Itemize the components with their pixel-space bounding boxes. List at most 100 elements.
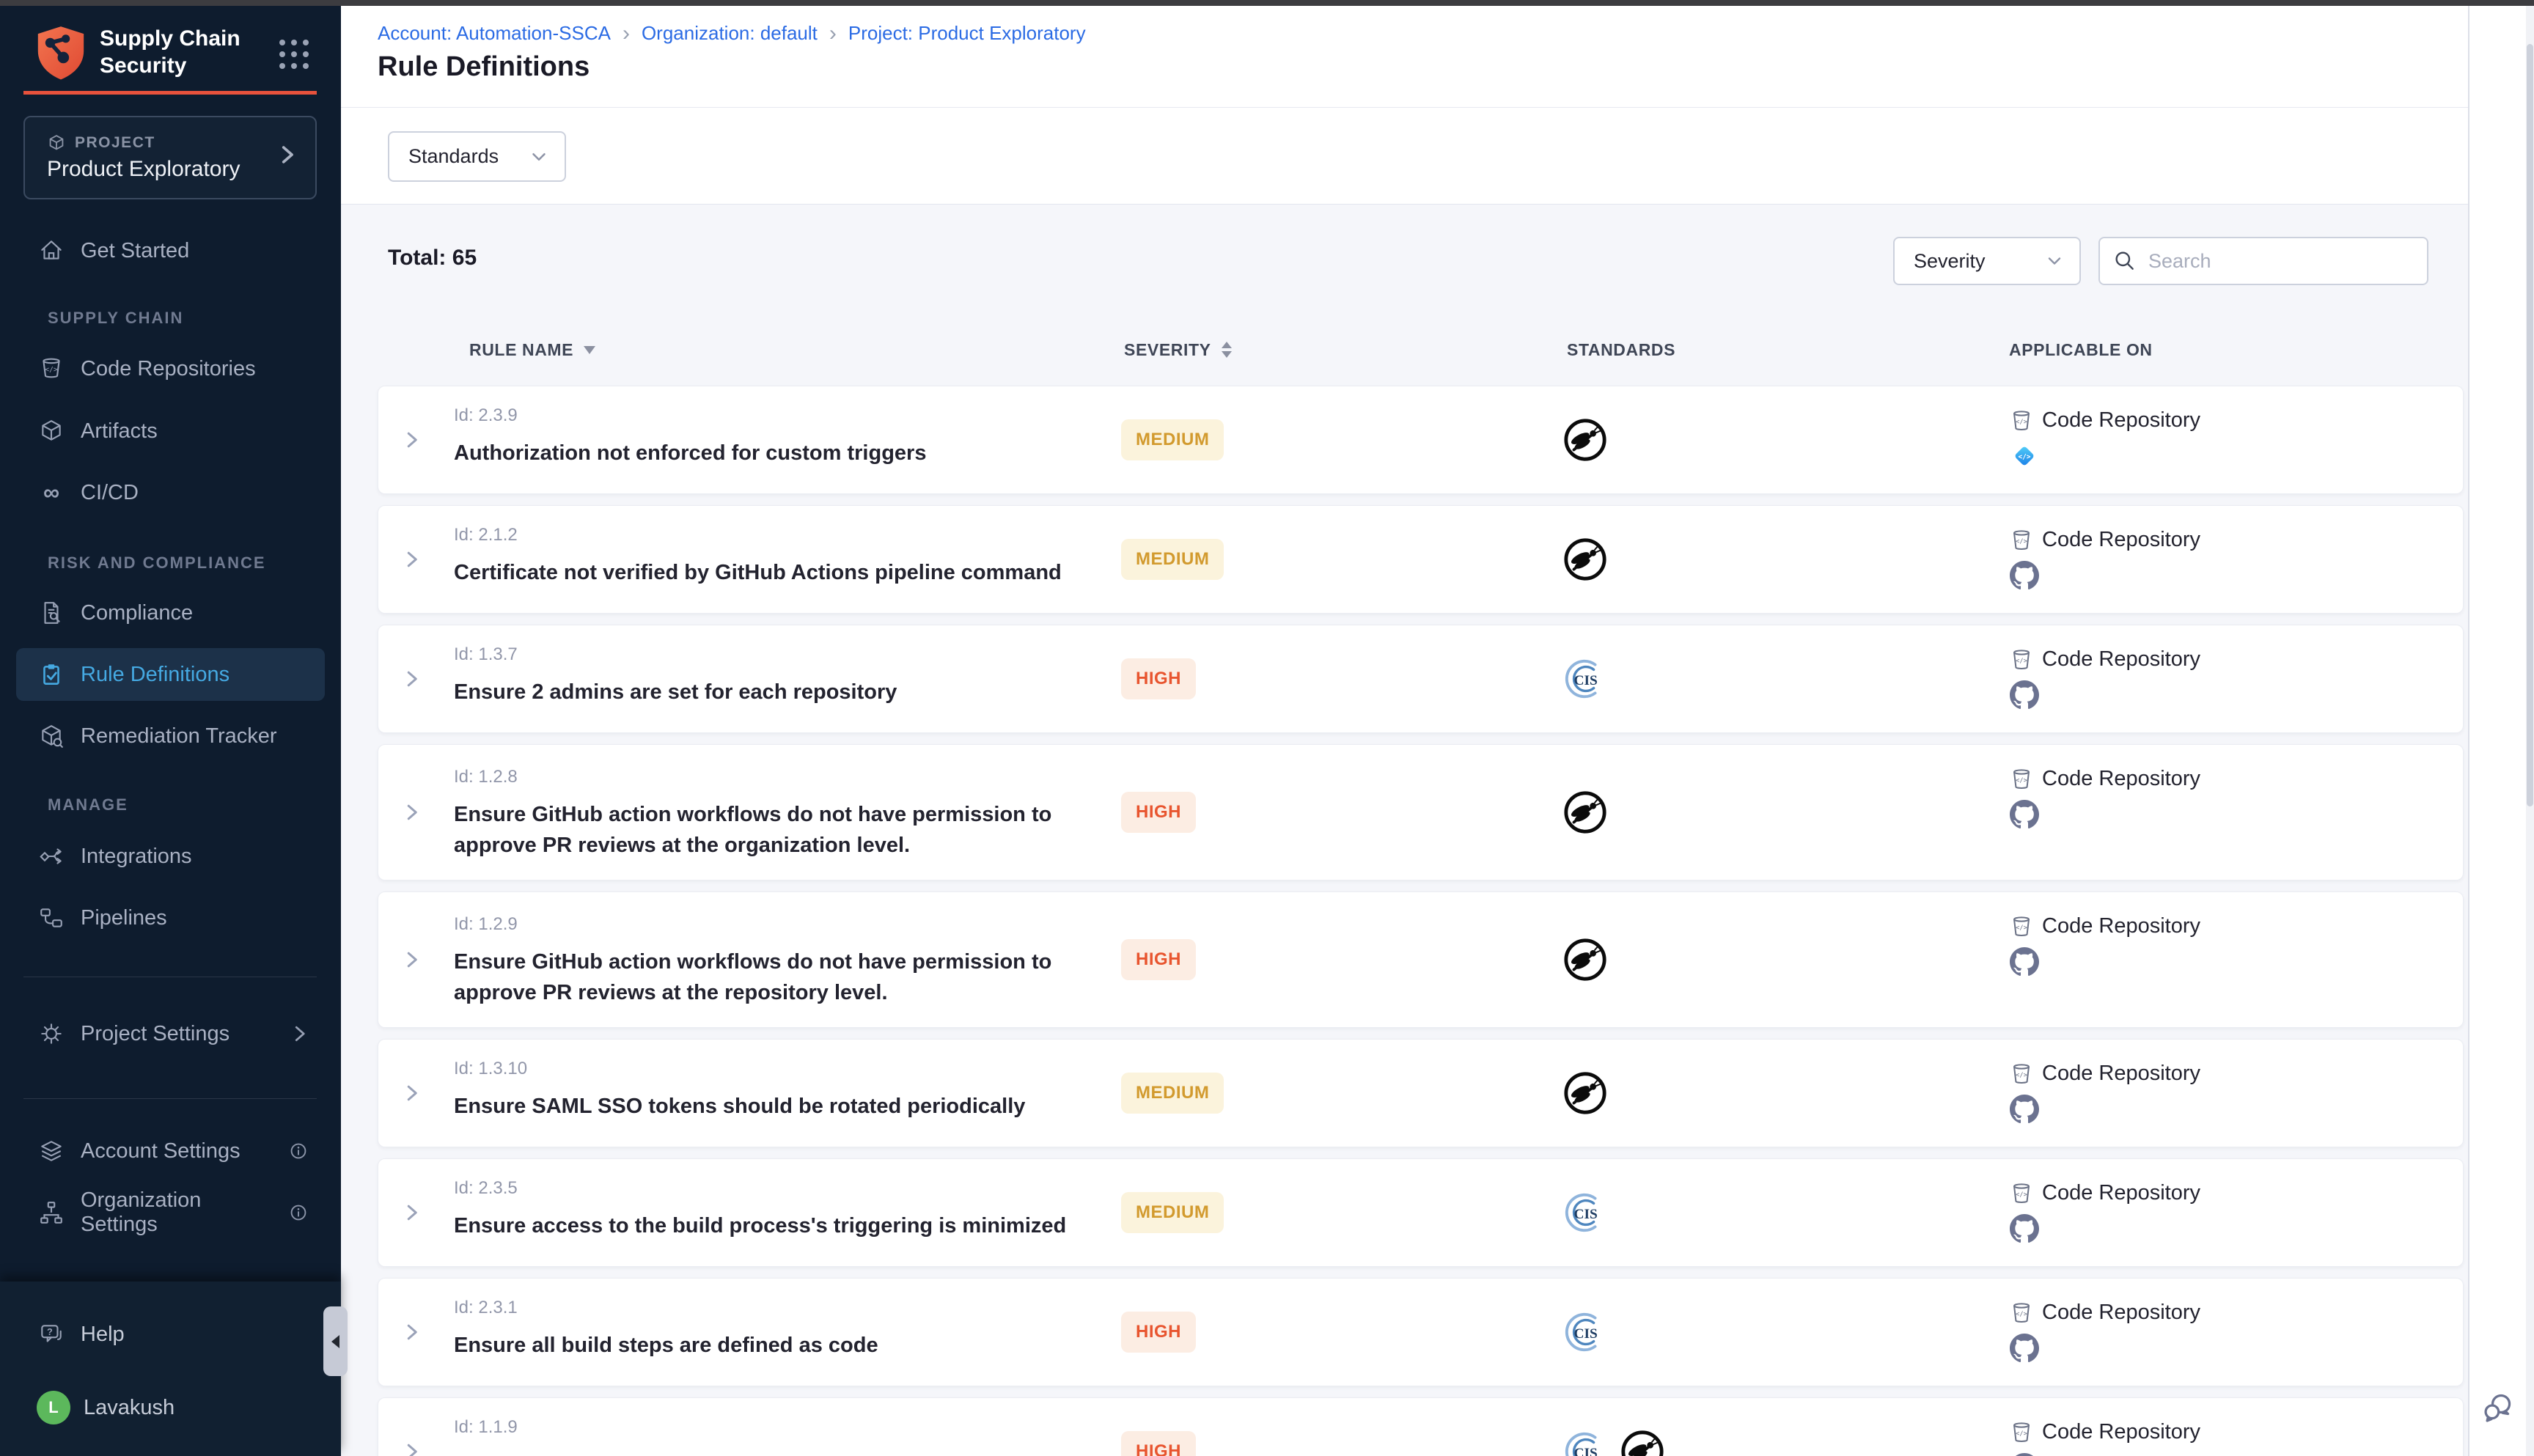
table-row[interactable]: Id: 1.3.7 Ensure 2 admins are set for ea… [378,625,2464,733]
code-repository-icon [2010,1301,2033,1325]
breadcrumb-organization-link[interactable]: Organization: default [642,22,818,45]
expand-chevron-icon[interactable] [400,801,422,823]
help-button[interactable]: ? Help [16,1311,325,1358]
sidebar-item-integrations[interactable]: Integrations [16,830,325,883]
sidebar-item-label: Code Repositories [81,357,256,381]
chevron-down-icon [528,146,550,168]
search-box [2098,237,2428,285]
table-row[interactable]: Id: 1.1.9 HIGH Code Repository [378,1397,2464,1456]
severity-badge: MEDIUM [1121,539,1224,580]
app-switcher-grid-icon[interactable] [279,40,309,69]
sidebar-item-remediation-tracker[interactable]: Remediation Tracker [16,710,325,762]
rule-name: Ensure SAML SSO tokens should be rotated… [454,1091,1099,1122]
code-repository-icon [2010,915,2033,938]
github-icon [2010,1453,2039,1456]
github-icon [2010,561,2039,590]
expand-chevron-icon[interactable] [400,1082,422,1104]
search-icon [2113,249,2137,273]
sidebar-item-account-settings[interactable]: Account Settings [16,1125,325,1177]
code-repository-icon [2010,1182,2033,1205]
standards-filter-dropdown[interactable]: Standards [388,131,566,182]
box-wrench-icon [38,723,65,749]
sidebar-item-rule-definitions[interactable]: Rule Definitions [16,648,325,701]
applicable-on-label: Code Repository [2042,1301,2200,1325]
expand-chevron-icon[interactable] [400,548,422,570]
sidebar-item-pipelines[interactable]: Pipelines [16,891,325,944]
table-row[interactable]: Id: 1.2.8 Ensure GitHub action workflows… [378,744,2464,880]
severity-badge: MEDIUM [1121,1073,1224,1114]
table-row[interactable]: Id: 2.3.9 Authorization not enforced for… [378,386,2464,494]
applicable-on-label: Code Repository [2042,1420,2200,1444]
severity-badge: HIGH [1121,792,1196,833]
col-rule-name[interactable]: RULE NAME [469,340,573,360]
owasp-standard-icon [1562,790,1608,835]
sidebar-item-label: Compliance [81,601,193,625]
breadcrumb-account-link[interactable]: Account: Automation-SSCA [378,22,611,45]
sidebar-collapse-handle[interactable] [323,1306,348,1376]
table-row[interactable]: Id: 2.3.5 Ensure access to the build pro… [378,1158,2464,1267]
sidebar-item-label: Artifacts [81,419,158,444]
user-menu[interactable]: L Lavakush [16,1384,325,1431]
sort-toggle-icon[interactable] [1222,342,1232,358]
sidebar: Supply Chain Security PROJECT Product Ex… [0,0,341,1456]
info-icon[interactable] [287,1201,310,1224]
applicable-on-label: Code Repository [2042,528,2200,552]
rule-id: Id: 1.2.9 [454,914,1121,935]
rule-id: Id: 2.3.1 [454,1298,1121,1318]
sidebar-item-project-settings[interactable]: Project Settings [16,1007,325,1060]
expand-chevron-icon[interactable] [400,1202,422,1224]
rule-name: Ensure 2 admins are set for each reposit… [454,677,1099,707]
info-icon[interactable] [287,1139,310,1163]
sidebar-item-compliance[interactable]: Compliance [16,587,325,639]
severity-filter-dropdown[interactable]: Severity [1893,237,2081,285]
expand-chevron-icon[interactable] [400,429,422,451]
rule-name: Ensure access to the build process's tri… [454,1210,1099,1241]
table-header: RULE NAME SEVERITY STANDARDS APPLICABLE … [378,335,2464,364]
org-chart-icon [38,1199,65,1226]
chevron-right-icon [288,1023,310,1045]
code-repository-icon: </> [38,356,65,382]
table-row[interactable]: Id: 1.2.9 Ensure GitHub action workflows… [378,891,2464,1028]
cube-icon [47,133,66,152]
sidebar-item-cicd[interactable]: ∞ CI/CD [16,466,325,519]
main-content: Account: Automation-SSCA › Organization:… [341,0,2468,1456]
project-selector[interactable]: PROJECT Product Exploratory [23,116,317,199]
table-row[interactable]: Id: 2.3.1 Ensure all build steps are def… [378,1278,2464,1386]
github-icon [2010,680,2039,710]
page-scrollbar[interactable] [2526,6,2534,1456]
code-repository-icon [2010,1062,2033,1086]
scrollbar-thumb[interactable] [2527,44,2533,806]
expand-chevron-icon[interactable] [400,668,422,690]
search-input[interactable] [2147,249,2414,273]
sidebar-item-get-started[interactable]: Get Started [16,224,325,277]
app-window: Supply Chain Security PROJECT Product Ex… [0,0,2534,1456]
expand-chevron-icon[interactable] [400,949,422,971]
table-row[interactable]: Id: 2.1.2 Certificate not verified by Gi… [378,505,2464,614]
chevron-down-icon [2044,251,2065,271]
col-severity[interactable]: SEVERITY [1124,340,1211,360]
sort-desc-icon[interactable] [584,346,595,354]
sidebar-item-label: Integrations [81,845,192,869]
sidebar-item-label: Organization Settings [81,1188,271,1237]
sidebar-item-organization-settings[interactable]: Organization Settings [16,1186,325,1239]
sidebar-item-label: Remediation Tracker [81,724,277,749]
supply-chain-security-logo-icon [32,23,89,85]
severity-badge: HIGH [1121,1312,1196,1353]
github-icon [2010,1095,2039,1124]
expand-chevron-icon[interactable] [400,1441,422,1456]
breadcrumb-project-link[interactable]: Project: Product Exploratory [848,22,1086,45]
code-repository-icon [2010,768,2033,791]
owasp-standard-icon [1620,1429,1665,1456]
chat-support-icon[interactable] [2481,1390,2515,1424]
expand-chevron-icon[interactable] [400,1321,422,1343]
applicable-on-label: Code Repository [2042,1181,2200,1205]
rule-id: Id: 1.3.7 [454,644,1121,665]
sidebar-item-code-repositories[interactable]: </> Code Repositories [16,342,325,395]
applicable-on-label: Code Repository [2042,767,2200,791]
sidebar-item-artifacts[interactable]: Artifacts [16,405,325,457]
col-standards: STANDARDS [1567,340,1675,360]
sidebar-item-label: CI/CD [81,481,139,505]
code-repository-icon [2010,529,2033,552]
rule-name: Ensure all build steps are defined as co… [454,1330,1099,1361]
table-row[interactable]: Id: 1.3.10 Ensure SAML SSO tokens should… [378,1039,2464,1147]
